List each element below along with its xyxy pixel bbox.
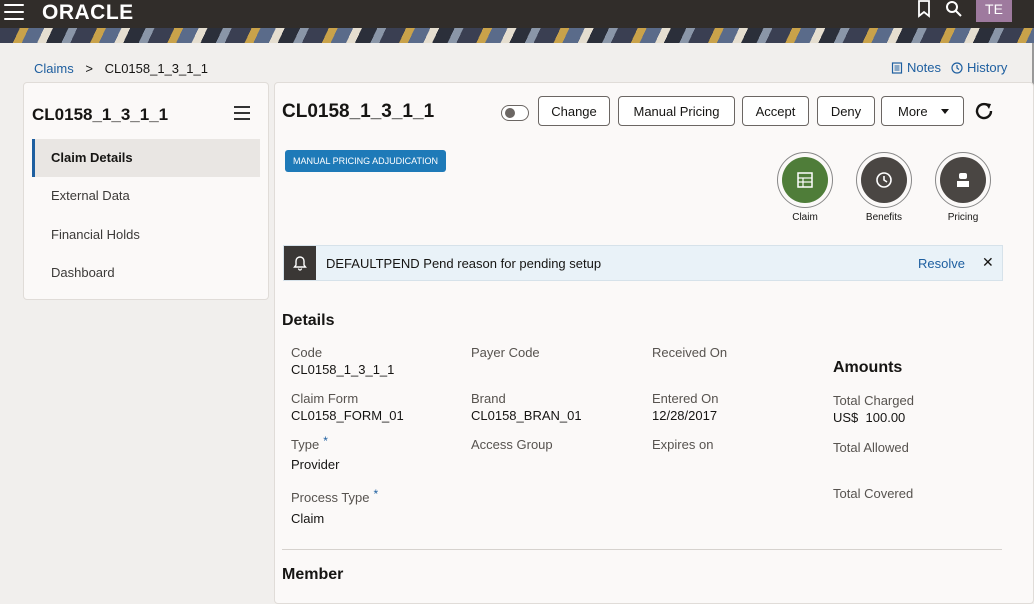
benefits-circle-button[interactable] xyxy=(856,152,912,208)
alert-message: DEFAULTPEND Pend reason for pending setu… xyxy=(326,256,602,271)
table-icon xyxy=(797,172,813,188)
process-type-label: Process Type xyxy=(291,490,370,505)
header-decorative-band xyxy=(0,28,1034,43)
sidebar-title: CL0158_1_3_1_1 xyxy=(32,105,169,124)
sidebar-menu-icon[interactable] xyxy=(234,106,250,120)
breadcrumb: Claims > CL0158_1_3_1_1 xyxy=(34,61,208,76)
member-title: Member xyxy=(282,566,344,583)
required-mark: * xyxy=(323,434,328,448)
search-icon[interactable] xyxy=(945,0,963,18)
total-charged-label: Total Charged xyxy=(833,393,914,408)
process-type-value: Claim xyxy=(291,511,325,526)
brand-value: CL0158_BRAN_01 xyxy=(471,408,582,423)
claim-form-value: CL0158_FORM_01 xyxy=(291,408,404,423)
claim-form-label: Claim Form xyxy=(291,391,359,406)
oracle-logo: ORACLE xyxy=(42,1,134,24)
brand-label: Brand xyxy=(471,391,506,406)
sidebar-item-financial-holds[interactable]: Financial Holds xyxy=(32,216,260,254)
process-type-label-row: Process Type * xyxy=(291,487,379,505)
deny-button[interactable]: Deny xyxy=(817,96,875,126)
claim-circle-label: Claim xyxy=(792,212,818,223)
received-on-label: Received On xyxy=(652,345,728,360)
pend-alert: DEFAULTPEND Pend reason for pending setu… xyxy=(283,245,1003,281)
amounts-title: Amounts xyxy=(833,359,903,376)
total-charged-value: US$ 100.00 xyxy=(833,410,906,425)
user-avatar[interactable]: TE xyxy=(976,0,1012,22)
breadcrumb-claims-link[interactable]: Claims xyxy=(34,61,74,76)
notes-icon xyxy=(891,61,903,74)
bookmark-icon[interactable] xyxy=(915,0,933,18)
access-group-label: Access Group xyxy=(471,437,553,452)
sidebar: CL0158_1_3_1_1 Claim Details External Da… xyxy=(23,82,269,300)
payer-code-label: Payer Code xyxy=(471,345,540,360)
page-title: CL0158_1_3_1_1 xyxy=(282,101,435,122)
history-label: History xyxy=(966,60,1008,75)
section-divider xyxy=(282,549,1002,550)
claim-circle-button[interactable] xyxy=(777,152,833,208)
total-covered-label: Total Covered xyxy=(833,486,914,501)
caret-down-icon xyxy=(941,109,949,114)
history-link[interactable]: History xyxy=(951,60,1007,75)
notes-label: Notes xyxy=(907,60,941,75)
pricing-circle-label: Pricing xyxy=(947,212,979,223)
clock-icon xyxy=(876,172,892,188)
type-value: Provider xyxy=(291,457,340,472)
details-title: Details xyxy=(282,312,335,329)
history-icon xyxy=(951,61,963,74)
code-label: Code xyxy=(291,345,323,360)
cashier-icon xyxy=(957,173,969,187)
breadcrumb-separator: > xyxy=(85,61,93,76)
total-allowed-label: Total Allowed xyxy=(833,440,909,455)
close-icon[interactable]: ✕ xyxy=(982,254,994,271)
type-label-row: Type * xyxy=(291,434,328,452)
breadcrumb-current: CL0158_1_3_1_1 xyxy=(104,61,208,76)
code-value: CL0158_1_3_1_1 xyxy=(291,362,395,377)
bell-icon xyxy=(284,246,316,280)
refresh-icon[interactable] xyxy=(972,99,996,123)
sidebar-item-external-data[interactable]: External Data xyxy=(32,177,260,215)
entered-on-value: 12/28/2017 xyxy=(652,408,718,423)
top-links: Notes History xyxy=(891,60,1007,75)
required-mark: * xyxy=(373,487,379,501)
resolve-link[interactable]: Resolve xyxy=(918,256,965,271)
menu-icon[interactable] xyxy=(4,4,24,20)
sidebar-item-dashboard[interactable]: Dashboard xyxy=(32,254,260,292)
more-label: More xyxy=(898,103,928,119)
pricing-circle-button[interactable] xyxy=(935,152,991,208)
change-button[interactable]: Change xyxy=(538,96,610,126)
type-label: Type xyxy=(291,437,320,452)
toggle-switch[interactable] xyxy=(501,105,529,121)
accept-button[interactable]: Accept xyxy=(742,96,809,126)
status-badge: MANUAL PRICING ADJUDICATION xyxy=(285,150,447,172)
expires-on-label: Expires on xyxy=(652,437,714,452)
benefits-circle-label: Benefits xyxy=(865,212,903,223)
more-button[interactable]: More xyxy=(881,96,964,126)
claim-main-panel: CL0158_1_3_1_1 Change Manual Pricing Acc… xyxy=(274,82,1034,604)
entered-on-label: Entered On xyxy=(652,391,719,406)
manual-pricing-button[interactable]: Manual Pricing xyxy=(618,96,735,126)
sidebar-item-claim-details[interactable]: Claim Details xyxy=(32,139,260,177)
app-header: ORACLE TE xyxy=(0,0,1034,43)
notes-link[interactable]: Notes xyxy=(891,60,941,75)
